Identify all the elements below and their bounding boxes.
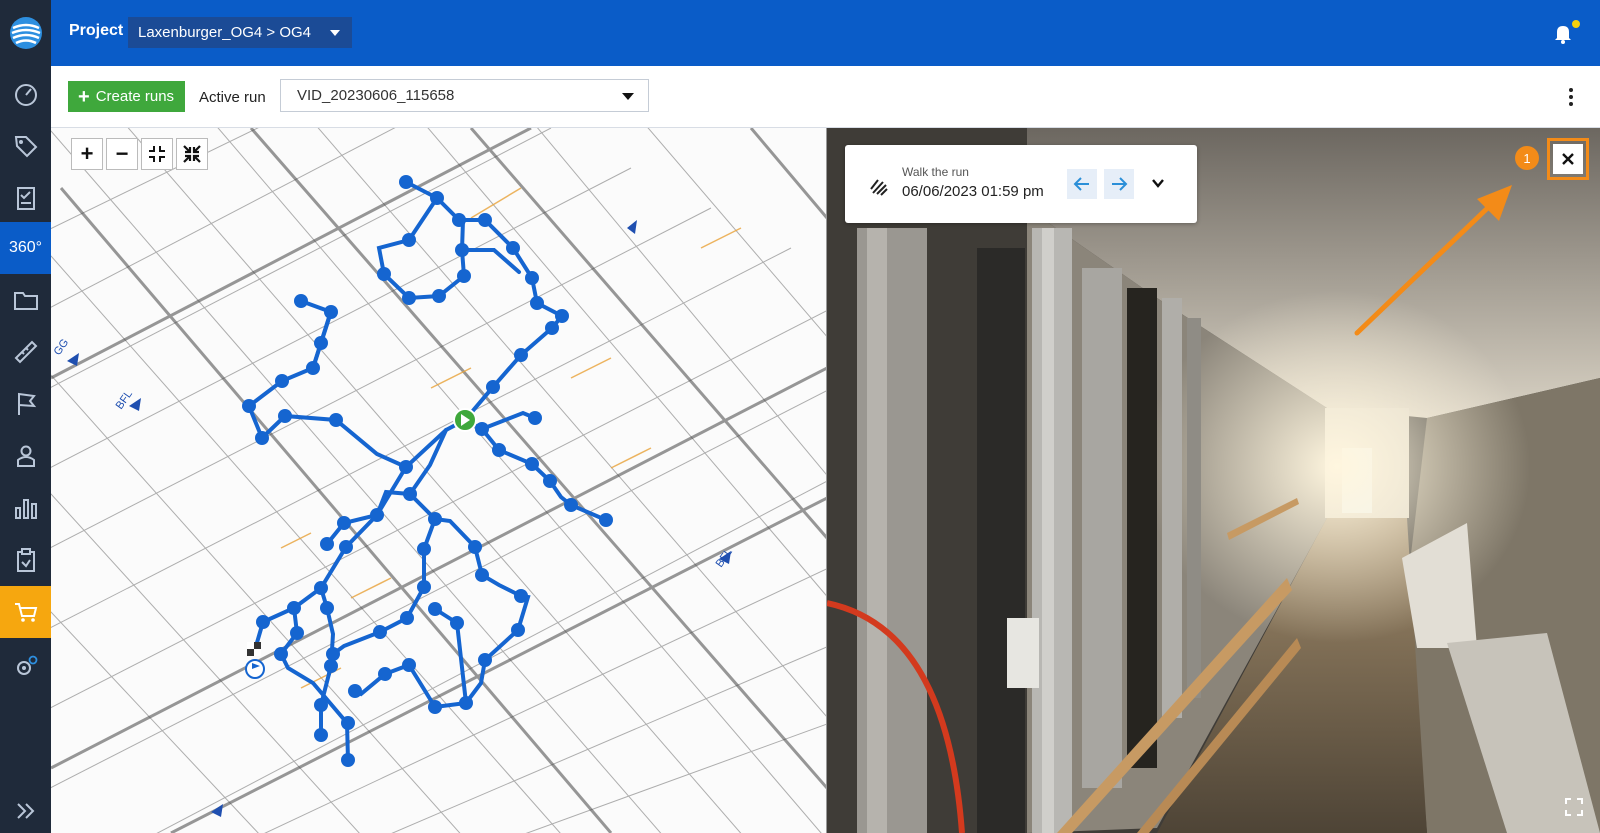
project-select-value: Laxenburger_OG4 > OG4 bbox=[138, 24, 312, 41]
active-run-label: Active run bbox=[199, 89, 266, 106]
sidebar-item-users[interactable] bbox=[0, 430, 51, 482]
project-label: Project bbox=[69, 22, 124, 39]
fit-view-button[interactable] bbox=[141, 138, 173, 170]
top-header: Project Laxenburger_OG4 > OG4 bbox=[51, 0, 1600, 66]
clipboard-icon bbox=[16, 548, 35, 572]
sidebar-item-documents[interactable] bbox=[0, 274, 51, 326]
checklist-icon bbox=[16, 187, 35, 210]
logo-icon bbox=[9, 17, 42, 49]
center-view-button[interactable] bbox=[176, 138, 208, 170]
chevron-down-icon[interactable] bbox=[1150, 175, 1166, 191]
sidebar-item-clipboard[interactable] bbox=[0, 534, 51, 586]
sidebar-item-360[interactable]: 360° bbox=[0, 222, 51, 274]
sidebar-item-reports[interactable] bbox=[0, 482, 51, 534]
project-select[interactable]: Laxenburger_OG4 > OG4 bbox=[128, 17, 352, 48]
chevron-down-icon bbox=[622, 93, 634, 100]
fullscreen-icon[interactable] bbox=[1565, 798, 1583, 816]
sidebar: 360° bbox=[0, 0, 51, 833]
active-run-value: VID_20230606_115658 bbox=[297, 87, 455, 104]
create-runs-button[interactable]: + Create runs bbox=[68, 81, 185, 112]
sidebar-360-label: 360° bbox=[8, 239, 43, 256]
notification-dot bbox=[1572, 20, 1580, 28]
user-icon bbox=[16, 445, 35, 467]
walk-title: Walk the run bbox=[902, 165, 969, 179]
run-toolbar: + Create runs Active run VID_20230606_11… bbox=[51, 66, 1600, 128]
walk-path-icon bbox=[870, 179, 888, 196]
settings-icon bbox=[16, 655, 37, 675]
map-toolbar: + − bbox=[71, 138, 208, 170]
collapse-icon bbox=[149, 146, 165, 162]
walk-the-run-card: Walk the run 06/06/2023 01:59 pm bbox=[845, 145, 1197, 223]
close-highlight bbox=[1547, 138, 1589, 180]
arrow-right-icon bbox=[1112, 177, 1128, 191]
sidebar-expand[interactable] bbox=[0, 785, 51, 833]
ruler-icon bbox=[14, 340, 37, 364]
plus-icon: + bbox=[78, 85, 90, 108]
next-photo-button[interactable] bbox=[1104, 169, 1134, 199]
cart-icon bbox=[14, 603, 37, 622]
folder-icon bbox=[13, 292, 38, 310]
sidebar-item-milestones[interactable] bbox=[0, 378, 51, 430]
tag-icon bbox=[14, 136, 37, 158]
sidebar-item-dashboard[interactable] bbox=[0, 68, 51, 120]
arrow-left-icon bbox=[1073, 177, 1089, 191]
zoom-in-button[interactable]: + bbox=[71, 138, 103, 170]
bar-chart-icon bbox=[14, 499, 37, 519]
zoom-out-button[interactable]: − bbox=[106, 138, 138, 170]
create-runs-label: Create runs bbox=[95, 88, 175, 105]
active-run-select[interactable]: VID_20230606_115658 bbox=[280, 79, 649, 112]
bell-icon[interactable] bbox=[1552, 22, 1574, 44]
walk-timestamp: 06/06/2023 01:59 pm bbox=[902, 183, 1044, 200]
app-logo[interactable] bbox=[0, 0, 51, 66]
close-viewer-button[interactable] bbox=[1553, 144, 1583, 174]
sidebar-item-checklist[interactable] bbox=[0, 172, 51, 224]
sidebar-item-tags[interactable] bbox=[0, 120, 51, 172]
close-icon bbox=[1562, 153, 1574, 165]
chevron-down-icon bbox=[330, 30, 340, 36]
panorama-viewer[interactable]: Walk the run 06/06/2023 01:59 pm 1 bbox=[827, 128, 1600, 833]
floor-plan-map[interactable]: GG BFL BFL + − bbox=[51, 128, 827, 833]
previous-photo-button[interactable] bbox=[1067, 169, 1097, 199]
sidebar-item-settings[interactable] bbox=[0, 640, 51, 692]
more-options-icon[interactable] bbox=[1568, 88, 1574, 106]
floor-plan-drawing: GG BFL BFL bbox=[51, 128, 826, 833]
run-start-marker[interactable] bbox=[453, 408, 477, 432]
dashboard-icon bbox=[14, 84, 37, 106]
expand-icon bbox=[16, 803, 34, 819]
sidebar-item-measure[interactable] bbox=[0, 326, 51, 378]
step-badge: 1 bbox=[1515, 146, 1539, 170]
shrink-icon bbox=[183, 145, 201, 163]
flag-icon bbox=[17, 392, 36, 415]
sidebar-item-shop[interactable] bbox=[0, 586, 51, 638]
annotation-arrow bbox=[1354, 185, 1512, 336]
